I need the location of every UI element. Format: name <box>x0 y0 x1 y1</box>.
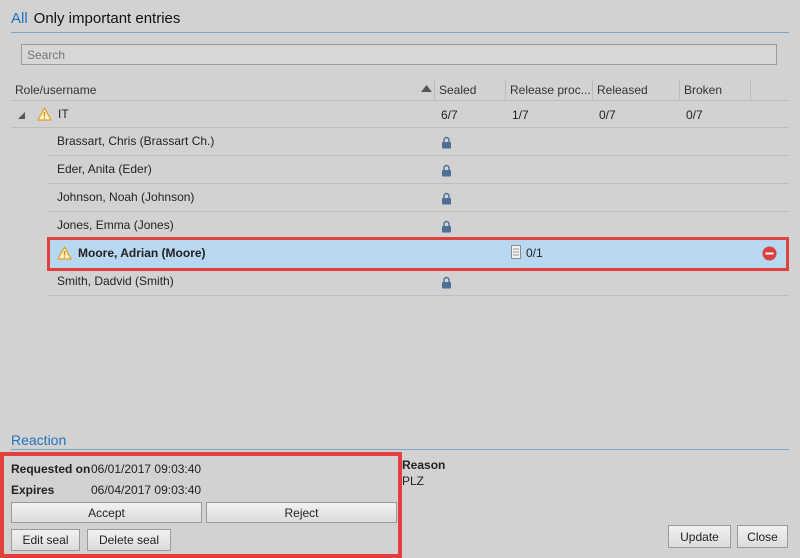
row-username: Eder, Anita (Eder) <box>57 162 152 176</box>
filter-bar: All Only important entries <box>11 10 180 27</box>
column-separator[interactable] <box>505 79 506 101</box>
column-separator[interactable] <box>434 79 435 101</box>
requested-on-label: Requested on <box>11 462 91 476</box>
search-input[interactable] <box>21 44 777 65</box>
filter-important-link[interactable]: Only important entries <box>34 10 181 27</box>
filter-all-link[interactable]: All <box>11 10 28 27</box>
table-row[interactable]: Brassart, Chris (Brassart Ch.) <box>47 128 789 156</box>
group-sealed: 6/7 <box>441 108 458 122</box>
row-divider <box>47 295 789 296</box>
row-username: Smith, Dadvid (Smith) <box>57 274 174 288</box>
expires-label: Expires <box>11 483 55 497</box>
selected-table-row[interactable]: Moore, Adrian (Moore) 0/1 <box>47 237 789 271</box>
accept-button[interactable]: Accept <box>11 502 202 523</box>
table-row[interactable]: Eder, Anita (Eder) <box>47 156 789 184</box>
table-row[interactable]: Jones, Emma (Jones) <box>47 212 789 240</box>
row-username: Jones, Emma (Jones) <box>57 218 174 232</box>
reaction-panel: Requested on 06/01/2017 09:03:40 Expires… <box>0 452 402 558</box>
group-row-it[interactable]: IT 6/7 1/7 0/7 0/7 <box>11 101 789 128</box>
group-broken: 0/7 <box>686 108 703 122</box>
delete-seal-button[interactable]: Delete seal <box>87 529 171 551</box>
table-row[interactable]: Smith, Dadvid (Smith) <box>47 268 789 296</box>
reaction-divider <box>11 449 789 450</box>
column-header-sealed[interactable]: Sealed <box>439 80 476 100</box>
row-release-proc: 0/1 <box>526 246 543 260</box>
collapse-triangle-icon[interactable] <box>18 112 25 119</box>
table-row[interactable]: Johnson, Noah (Johnson) <box>47 184 789 212</box>
group-release-proc: 1/7 <box>512 108 529 122</box>
reaction-title: Reaction <box>11 432 67 448</box>
column-header-role[interactable]: Role/username <box>15 80 96 100</box>
column-separator[interactable] <box>750 79 751 101</box>
lock-icon <box>442 220 451 233</box>
sort-ascending-icon[interactable] <box>421 85 432 93</box>
column-header-release-proc[interactable]: Release proc... <box>510 80 591 100</box>
edit-seal-button[interactable]: Edit seal <box>11 529 80 551</box>
close-button[interactable]: Close <box>737 525 788 548</box>
group-released: 0/7 <box>599 108 616 122</box>
requested-on-value: 06/01/2017 09:03:40 <box>91 462 202 476</box>
column-header-released[interactable]: Released <box>597 80 648 100</box>
warning-icon <box>57 246 72 260</box>
lock-icon <box>442 276 451 289</box>
group-name: IT <box>58 107 69 121</box>
header-divider <box>11 32 789 33</box>
reason-value: PLZ <box>402 474 425 488</box>
document-icon <box>511 245 521 259</box>
remove-icon[interactable] <box>762 246 777 261</box>
column-separator[interactable] <box>679 79 680 101</box>
reason-label: Reason <box>402 458 446 472</box>
column-separator[interactable] <box>592 79 593 101</box>
lock-icon <box>442 192 451 205</box>
row-username: Moore, Adrian (Moore) <box>78 246 206 260</box>
lock-icon <box>442 164 451 177</box>
row-username: Brassart, Chris (Brassart Ch.) <box>57 134 215 148</box>
expires-value: 06/04/2017 09:03:40 <box>91 483 202 497</box>
reject-button[interactable]: Reject <box>206 502 397 523</box>
lock-icon <box>442 136 451 149</box>
warning-icon <box>37 107 52 121</box>
row-username: Johnson, Noah (Johnson) <box>57 190 195 204</box>
update-button[interactable]: Update <box>668 525 731 548</box>
column-header-broken[interactable]: Broken <box>684 80 722 100</box>
